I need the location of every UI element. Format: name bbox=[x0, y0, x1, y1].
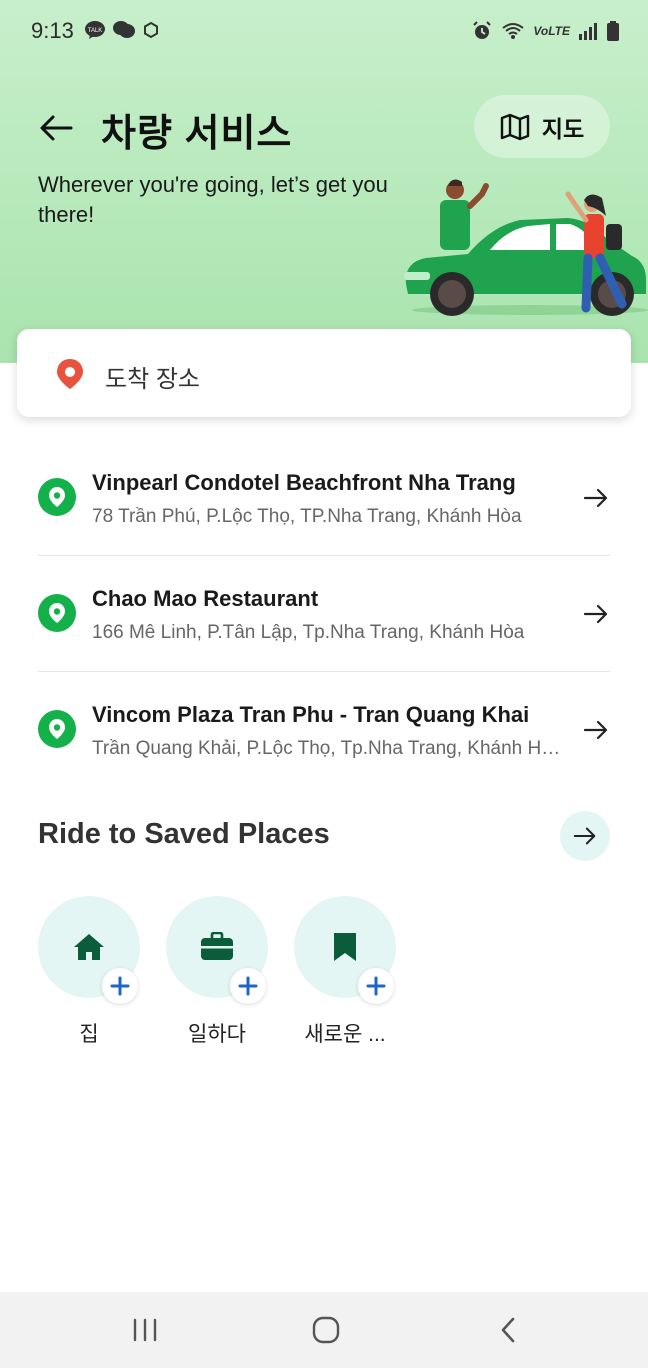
back-nav-button[interactable] bbox=[488, 1310, 528, 1350]
add-plus-icon[interactable] bbox=[358, 968, 394, 1004]
status-right-icons: VoLTE bbox=[471, 20, 620, 42]
add-plus-icon[interactable] bbox=[230, 968, 266, 1004]
recent-apps-icon bbox=[133, 1318, 157, 1342]
saved-place-label: 일하다 bbox=[188, 1023, 246, 1046]
saved-place-label: 집 bbox=[79, 1023, 99, 1046]
recent-place-address: 78 Trần Phú, P.Lộc Thọ, TP.Nha Trang, Kh… bbox=[92, 506, 522, 527]
header: 9:13 TALK VoLTE 차량 서비스 지도 Wherever you'r… bbox=[0, 0, 648, 363]
status-left-icons: TALK bbox=[84, 20, 160, 40]
chat-bubbles-icon bbox=[113, 21, 135, 38]
hex-icon bbox=[144, 21, 158, 39]
briefcase-icon bbox=[201, 932, 233, 960]
location-pin-icon bbox=[38, 478, 76, 516]
home-circle-icon bbox=[312, 1316, 340, 1344]
wifi-icon bbox=[502, 23, 524, 39]
saved-places: 집 일하다 새로운 ... bbox=[38, 896, 396, 1048]
recent-place-item[interactable]: Vincom Plaza Tran Phu - Tran Quang Khai … bbox=[38, 672, 610, 788]
map-button[interactable]: 지도 bbox=[474, 95, 610, 158]
location-pin-icon bbox=[38, 710, 76, 748]
recent-places-list: Vinpearl Condotel Beachfront Nha Trang 7… bbox=[38, 440, 610, 788]
battery-icon bbox=[607, 21, 619, 41]
signal-icon bbox=[579, 23, 597, 40]
recent-place-item[interactable]: Vinpearl Condotel Beachfront Nha Trang 7… bbox=[38, 440, 610, 556]
page-title: 차량 서비스 bbox=[101, 113, 293, 155]
map-button-label: 지도 bbox=[541, 115, 585, 142]
home-icon bbox=[74, 934, 104, 960]
recent-place-name: Vincom Plaza Tran Phu - Tran Quang Khai bbox=[92, 702, 530, 727]
saved-place-work[interactable]: 일하다 bbox=[166, 896, 268, 1048]
status-time: 9:13 bbox=[31, 18, 74, 43]
saved-place-home[interactable]: 집 bbox=[38, 896, 140, 1048]
destination-placeholder: 도착 장소 bbox=[105, 366, 200, 393]
volte-icon: VoLTE bbox=[533, 24, 570, 38]
destination-search[interactable]: 도착 장소 bbox=[17, 329, 631, 417]
svg-text:TALK: TALK bbox=[88, 28, 103, 34]
chevron-left-icon bbox=[501, 1317, 515, 1343]
saved-places-title: Ride to Saved Places bbox=[38, 818, 330, 850]
home-button[interactable] bbox=[306, 1310, 346, 1350]
header-subtitle: Wherever you're going, let’s get you the… bbox=[38, 172, 388, 227]
saved-place-new[interactable]: 새로운 ... bbox=[294, 896, 396, 1048]
arrow-right-icon bbox=[583, 720, 608, 740]
car-illustration bbox=[404, 179, 648, 316]
recent-place-name: Vinpearl Condotel Beachfront Nha Trang bbox=[92, 470, 516, 495]
saved-place-circle[interactable] bbox=[38, 896, 140, 1004]
recent-place-address: 166 Mê Linh, P.Tân Lập, Tp.Nha Trang, Kh… bbox=[92, 622, 525, 643]
recent-place-name: Chao Mao Restaurant bbox=[92, 586, 319, 611]
map-icon bbox=[500, 113, 530, 140]
back-button[interactable] bbox=[34, 106, 78, 150]
destination-pin-icon bbox=[57, 359, 83, 389]
arrow-right-icon bbox=[573, 827, 596, 845]
recent-place-address: Trần Quang Khải, P.Lộc Thọ, Tp.Nha Trang… bbox=[92, 738, 562, 759]
arrow-right-icon bbox=[583, 488, 608, 508]
recent-apps-button[interactable] bbox=[125, 1310, 165, 1350]
add-plus-icon[interactable] bbox=[102, 968, 138, 1004]
bookmark-icon bbox=[334, 933, 356, 961]
alarm-icon bbox=[473, 21, 492, 39]
kakaotalk-icon: TALK bbox=[85, 21, 105, 39]
arrow-right-icon bbox=[583, 604, 608, 624]
saved-places-arrow-button[interactable] bbox=[560, 811, 610, 861]
saved-place-label: 새로운 ... bbox=[304, 1023, 386, 1046]
saved-place-circle[interactable] bbox=[294, 896, 396, 1004]
back-arrow-icon bbox=[40, 115, 73, 141]
system-nav-bar bbox=[0, 1292, 648, 1368]
status-bar: 9:13 TALK VoLTE bbox=[0, 0, 648, 64]
saved-place-circle[interactable] bbox=[166, 896, 268, 1004]
recent-place-item[interactable]: Chao Mao Restaurant 166 Mê Linh, P.Tân L… bbox=[38, 556, 610, 672]
location-pin-icon bbox=[38, 594, 76, 632]
